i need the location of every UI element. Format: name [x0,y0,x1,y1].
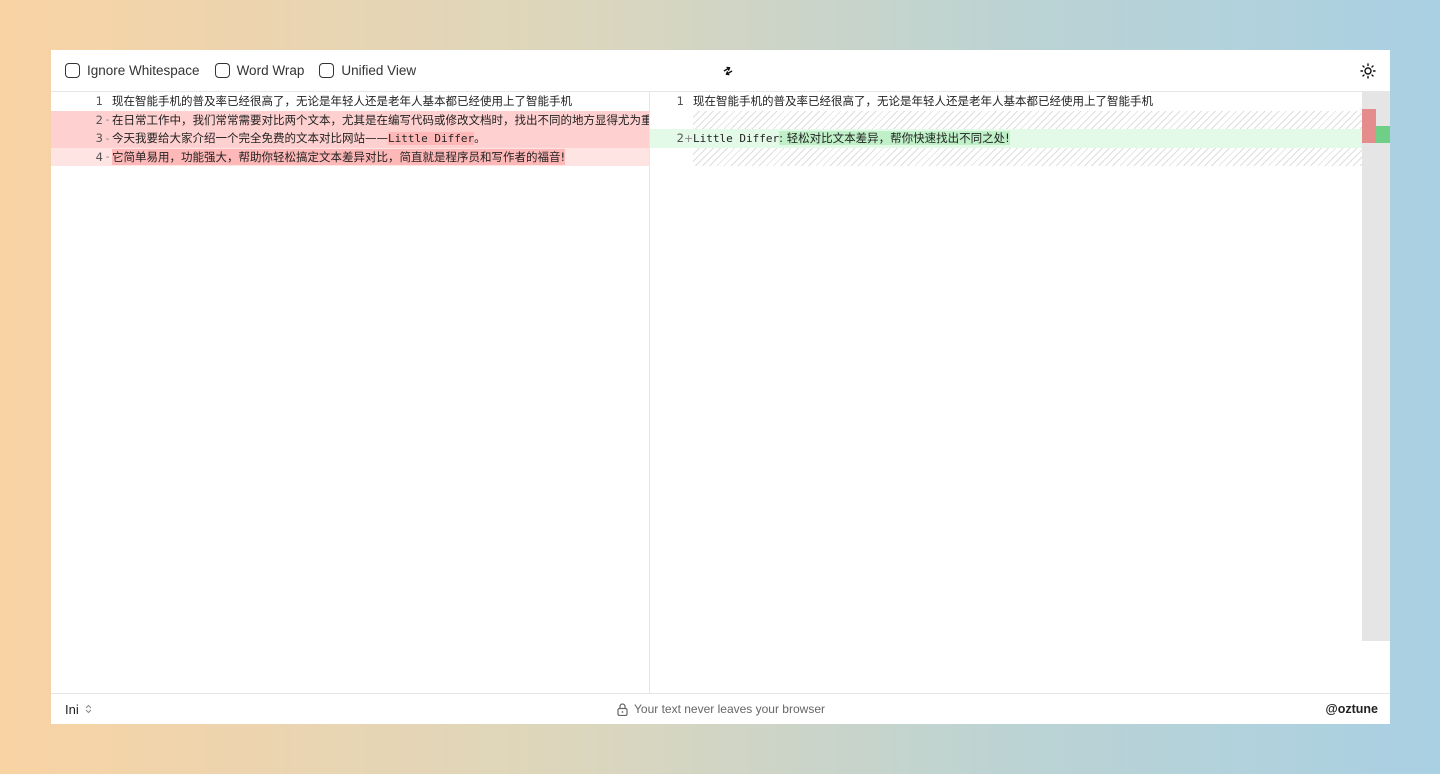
ignore-whitespace-checkbox[interactable] [65,63,80,78]
line-marker: - [105,113,110,127]
right-line-2: 2 + Little Differ: 轻松对比文本差异，帮你快速找出不同之处! [650,129,1362,148]
line-number: 1 [676,94,684,109]
minimap-addition-marker [1376,126,1390,143]
line-text: Little Differ: 轻松对比文本差异，帮你快速找出不同之处! [693,130,1010,146]
line-number: 3 [95,131,103,146]
ignore-whitespace-option[interactable]: Ignore Whitespace [65,63,200,78]
line-text: 今天我要给大家介绍一个完全免费的文本对比网站——Little Differ。 [112,130,486,146]
line-marker: - [105,150,110,164]
line-number: 1 [95,94,103,109]
lock-icon [616,702,628,716]
left-line-1: 1 现在智能手机的普及率已经很高了，无论是年轻人还是老年人基本都已经使用上了智能… [51,92,649,111]
footer: Ini Your text never leaves your browser … [51,693,1390,724]
line-text: 它简单易用，功能强大，帮助你轻松搞定文本差异对比，简直就是程序员和写作者的福音! [112,148,566,165]
line-text-part: 今天我要给大家介绍一个完全免费的文本对比网站—— [112,131,388,146]
line-text-code: Little Differ [388,132,475,146]
line-text-code: Little Differ [693,132,780,146]
swap-arrows-icon[interactable] [719,62,737,80]
word-wrap-label: Word Wrap [236,63,305,78]
line-text: 在日常工作中，我们常常需要对比两个文本，尤其是在编写代码或修改文档时，找出不同的… [112,112,649,127]
line-number: 2 [676,131,684,146]
privacy-text: Your text never leaves your browser [634,702,825,716]
line-number: 2 [95,112,103,127]
unified-view-label: Unified View [341,63,417,78]
line-marker: - [105,131,110,145]
toolbar: Ignore Whitespace Word Wrap Unified View [51,50,1390,92]
minimap-deletion-marker [1362,109,1376,143]
left-line-4: 4 - 它简单易用，功能强大，帮助你轻松搞定文本差异对比，简直就是程序员和写作者… [51,147,649,166]
line-text-part: : 轻松对比文本差异，帮你快速找出不同之处! [779,131,1010,146]
left-line-2: 2 - 在日常工作中，我们常常需要对比两个文本，尤其是在编写代码或修改文档时，找… [51,110,649,129]
unified-view-checkbox[interactable] [319,63,335,78]
word-wrap-checkbox[interactable] [214,63,230,78]
line-text: 现在智能手机的普及率已经很高了，无论是年轻人还是老年人基本都已经使用上了智能手机 [693,94,1153,109]
diff-window: Ignore Whitespace Word Wrap Unified View [51,50,1390,724]
left-line-3: 3 - 今天我要给大家介绍一个完全免费的文本对比网站——Little Diffe… [51,129,649,148]
modified-pane[interactable]: 1 现在智能手机的普及率已经很高了，无论是年轻人还是老年人基本都已经使用上了智能… [650,92,1362,693]
line-marker: + [684,131,694,145]
original-pane[interactable]: 1 现在智能手机的普及率已经很高了，无论是年轻人还是老年人基本都已经使用上了智能… [51,92,650,693]
line-text-part: 。 [474,131,486,146]
line-number: 4 [95,149,103,164]
diff-minimap[interactable] [1362,92,1390,641]
ignore-whitespace-label: Ignore Whitespace [87,63,200,78]
word-wrap-option[interactable]: Word Wrap [214,63,305,78]
line-text: 现在智能手机的普及率已经很高了，无论是年轻人还是老年人基本都已经使用上了智能手机 [112,94,572,109]
right-line-1: 1 现在智能手机的普及率已经很高了，无论是年轻人还是老年人基本都已经使用上了智能… [650,92,1362,111]
author-link[interactable]: @oztune [1326,702,1378,716]
chevron-updown-icon [85,704,92,714]
language-select[interactable]: Ini [65,702,92,717]
unified-view-option[interactable]: Unified View [319,63,416,78]
empty-placeholder [693,110,1362,129]
sun-icon[interactable] [1358,61,1378,81]
empty-placeholder [693,147,1362,166]
privacy-notice: Your text never leaves your browser [616,702,825,716]
language-label: Ini [65,701,79,717]
diff-main: 1 现在智能手机的普及率已经很高了，无论是年轻人还是老年人基本都已经使用上了智能… [51,92,1390,693]
